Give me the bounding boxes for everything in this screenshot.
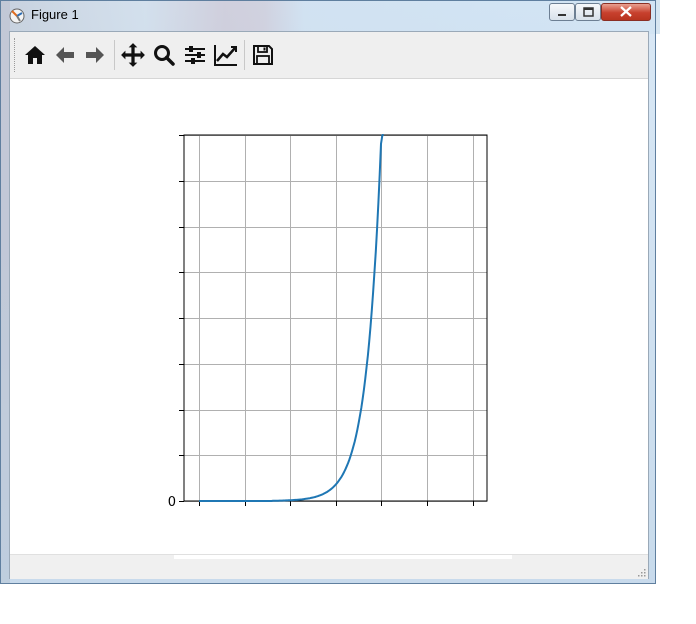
y-tick-label: 0: [168, 495, 176, 510]
axis-ticks: [179, 135, 474, 506]
grid-lines: [184, 135, 487, 502]
line-chart[interactable]: 0: [0, 0, 696, 624]
